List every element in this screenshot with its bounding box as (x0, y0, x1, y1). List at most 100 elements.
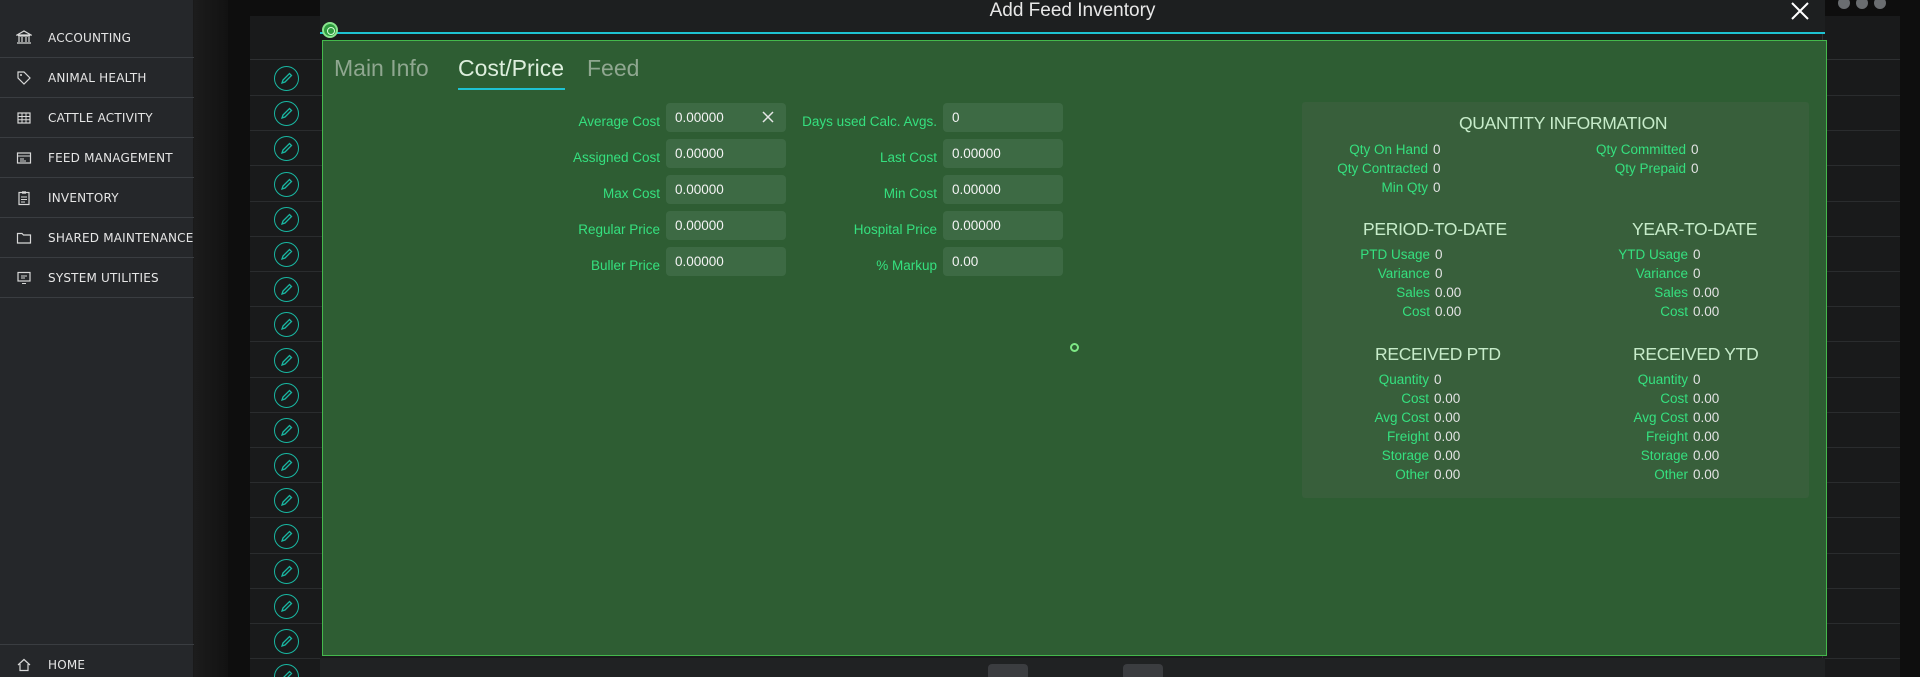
ptd-variance-value: 0 (1435, 266, 1443, 281)
window-menu-dots-icon[interactable] (1838, 0, 1886, 9)
max-cost-input[interactable] (666, 175, 786, 204)
year-to-date-heading: YEAR-TO-DATE (1632, 219, 1758, 239)
received-ytd-heading: RECEIVED YTD (1633, 344, 1759, 364)
edit-pencil-icon[interactable] (274, 312, 299, 338)
hospital-price-label: Hospital Price (853, 222, 937, 237)
tab-cost-price[interactable]: Cost/Price (458, 55, 564, 82)
quantity-information-panel: QUANTITY INFORMATION Qty On Hand 0 Qty C… (1302, 102, 1809, 498)
tag-icon (17, 71, 31, 85)
assigned-cost-label: Assigned Cost (572, 150, 660, 165)
close-icon[interactable] (1789, 0, 1811, 22)
edit-pencil-icon[interactable] (274, 206, 299, 232)
days-used-input[interactable] (943, 103, 1063, 132)
ptd-cost-label: Cost (1402, 304, 1430, 319)
edit-pencil-icon[interactable] (274, 136, 299, 162)
received-ytd-other-value: 0.00 (1693, 467, 1720, 482)
edit-pencil-icon[interactable] (274, 523, 299, 549)
received-ptd-avg-cost-value: 0.00 (1434, 410, 1461, 425)
edit-pencil-icon[interactable] (274, 418, 299, 443)
average-cost-label: Average Cost (578, 114, 660, 129)
days-used-label: Days used Calc. Avgs. (802, 114, 937, 129)
qty-committed-label: Qty Committed (1595, 142, 1686, 157)
sidebar-item-cattle-activity[interactable]: CATTLE ACTIVITY (0, 98, 194, 138)
edit-pencil-icon[interactable] (274, 594, 299, 619)
card-icon (16, 152, 32, 164)
ytd-sales-label: Sales (1654, 285, 1688, 300)
qty-committed-value: 0 (1691, 142, 1699, 157)
received-ytd-avg-cost-value: 0.00 (1693, 410, 1720, 425)
received-ytd-other-label: Other (1654, 467, 1688, 482)
received-ptd-cost-label: Cost (1401, 391, 1429, 406)
received-ytd-cost-value: 0.00 (1693, 391, 1720, 406)
received-ptd-quantity-label: Quantity (1378, 372, 1429, 387)
footer-button-left[interactable] (988, 664, 1028, 677)
edit-pencil-icon[interactable] (274, 101, 299, 127)
sidebar: ACCOUNTING ANIMAL HEALTH CATTLE ACTIVITY… (0, 0, 194, 677)
received-ytd-storage-label: Storage (1640, 448, 1688, 463)
qty-contracted-value: 0 (1433, 161, 1441, 176)
period-to-date-heading: PERIOD-TO-DATE (1363, 219, 1507, 239)
modal-resize-handle-icon[interactable] (322, 22, 338, 38)
regular-price-label: Regular Price (578, 222, 660, 237)
qty-prepaid-value: 0 (1691, 161, 1699, 176)
assigned-cost-input[interactable] (666, 139, 786, 168)
received-ptd-avg-cost-label: Avg Cost (1374, 410, 1429, 425)
received-ptd-other-value: 0.00 (1434, 467, 1461, 482)
modal-titlebar: Add Feed Inventory (320, 0, 1825, 34)
ytd-usage-value: 0 (1693, 247, 1701, 262)
sidebar-item-inventory[interactable]: INVENTORY (0, 178, 194, 218)
received-ptd-freight-value: 0.00 (1434, 429, 1461, 444)
edit-pencil-icon[interactable] (274, 242, 299, 267)
sidebar-item-label: CATTLE ACTIVITY (48, 111, 153, 125)
min-qty-value: 0 (1433, 180, 1441, 195)
received-ptd-other-label: Other (1395, 467, 1429, 482)
received-ytd-avg-cost-label: Avg Cost (1633, 410, 1688, 425)
home-icon (17, 658, 31, 672)
last-cost-label: Last Cost (879, 150, 937, 165)
edit-pencil-icon[interactable] (274, 453, 299, 479)
max-cost-label: Max Cost (602, 186, 660, 201)
edit-pencil-icon[interactable] (274, 629, 299, 655)
clear-icon[interactable] (761, 110, 775, 124)
edit-pencil-icon[interactable] (274, 664, 299, 677)
edit-pencil-icon[interactable] (274, 347, 299, 373)
sidebar-item-shared-maintenance[interactable]: SHARED MAINTENANCE (0, 218, 194, 258)
edit-pencil-icon[interactable] (274, 66, 299, 91)
add-feed-inventory-dialog: Main Info Cost/Price Feed Average Cost A… (322, 40, 1827, 656)
buller-price-input[interactable] (666, 247, 786, 276)
qty-prepaid-label: Qty Prepaid (1614, 161, 1686, 176)
sidebar-item-label: SYSTEM UTILITIES (48, 271, 159, 285)
last-cost-input[interactable] (943, 139, 1063, 168)
sidebar-divider (194, 0, 228, 677)
tab-main-info[interactable]: Main Info (334, 55, 429, 82)
qty-on-hand-label: Qty On Hand (1349, 142, 1428, 157)
received-ptd-quantity-value: 0 (1434, 372, 1442, 387)
sidebar-item-label: INVENTORY (48, 191, 119, 205)
received-ptd-storage-label: Storage (1381, 448, 1429, 463)
edit-pencil-icon[interactable] (274, 558, 299, 584)
ytd-variance-value: 0 (1693, 266, 1701, 281)
sidebar-item-feed-management[interactable]: FEED MANAGEMENT (0, 138, 194, 178)
app-root: ACCOUNTING ANIMAL HEALTH CATTLE ACTIVITY… (0, 0, 1920, 677)
min-qty-label: Min Qty (1381, 180, 1428, 195)
edit-pencil-icon[interactable] (274, 171, 299, 197)
sidebar-item-animal-health[interactable]: ANIMAL HEALTH (0, 58, 194, 98)
sidebar-item-accounting[interactable]: ACCOUNTING (0, 18, 194, 58)
min-cost-input[interactable] (943, 175, 1063, 204)
bank-icon (16, 30, 32, 44)
edit-pencil-icon[interactable] (274, 488, 299, 514)
received-ytd-storage-value: 0.00 (1693, 448, 1720, 463)
edit-pencil-icon[interactable] (274, 382, 299, 408)
tab-feed[interactable]: Feed (587, 55, 639, 82)
markup-input[interactable] (943, 247, 1063, 276)
regular-price-input[interactable] (666, 211, 786, 240)
sidebar-item-system-utilities[interactable]: SYSTEM UTILITIES (0, 258, 194, 298)
modal-title: Add Feed Inventory (989, 0, 1156, 21)
received-ytd-cost-label: Cost (1660, 391, 1688, 406)
received-ptd-heading: RECEIVED PTD (1375, 344, 1501, 364)
footer-button-right[interactable] (1123, 664, 1163, 677)
hospital-price-input[interactable] (943, 211, 1063, 240)
sidebar-item-home[interactable]: HOME (0, 644, 194, 677)
ytd-cost-label: Cost (1660, 304, 1688, 319)
edit-pencil-icon[interactable] (274, 277, 299, 303)
